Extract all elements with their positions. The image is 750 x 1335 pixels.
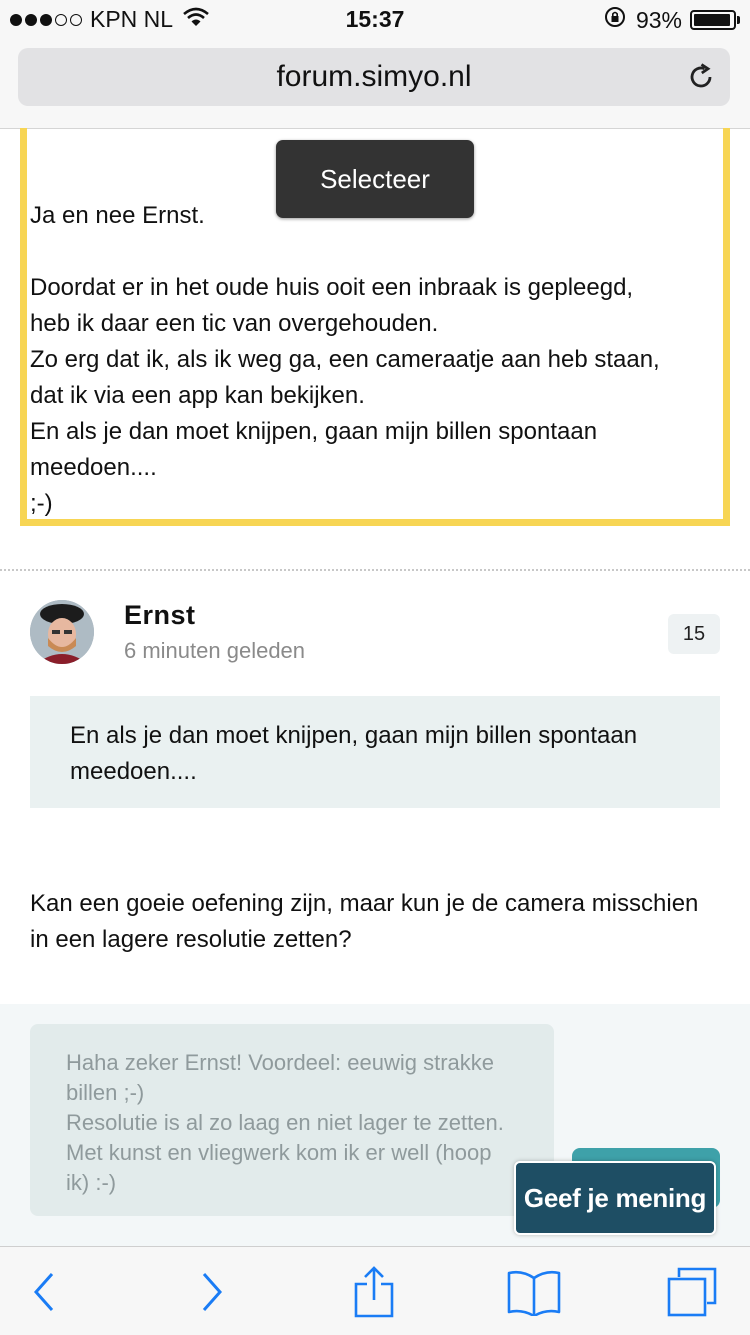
post-divider: [0, 569, 750, 571]
reply-input[interactable]: Haha zeker Ernst! Voordeel: eeuwig strak…: [30, 1024, 554, 1216]
battery-icon: [690, 10, 740, 30]
feedback-tab[interactable]: Geef je mening: [514, 1161, 716, 1235]
back-icon[interactable]: [14, 1267, 74, 1317]
reply-text: Kan een goeie oefening zijn, maar kun je…: [30, 890, 699, 953]
post-number-badge[interactable]: 15: [668, 614, 720, 654]
avatar[interactable]: [30, 600, 94, 664]
status-right: 93%: [604, 6, 740, 34]
reply-draft-text: Haha zeker Ernst! Voordeel: eeuwig strak…: [66, 1050, 504, 1195]
post-time: 6 minuten geleden: [124, 638, 306, 663]
url-text[interactable]: forum.simyo.nl: [18, 60, 730, 94]
battery-percent: 93%: [635, 6, 682, 33]
author-name[interactable]: Ernst: [124, 600, 196, 631]
reload-icon[interactable]: [686, 62, 716, 97]
browser-toolbar: [0, 1246, 750, 1335]
rotation-lock-icon: [604, 6, 626, 34]
tabs-icon[interactable]: [662, 1267, 722, 1317]
quoted-post-body: Doordat er in het oude huis ooit een inb…: [30, 274, 660, 517]
share-icon[interactable]: [344, 1266, 404, 1318]
browser-chrome: forum.simyo.nl: [0, 40, 750, 129]
status-bar: KPN NL 15:37 93%: [0, 0, 750, 40]
quoted-post-text[interactable]: Ja en nee Ernst. Doordat er in het oude …: [30, 198, 730, 522]
bookmarks-icon[interactable]: [504, 1267, 564, 1317]
select-popup-button[interactable]: Selecteer: [276, 140, 474, 218]
address-bar[interactable]: forum.simyo.nl: [18, 48, 730, 106]
inline-quote: En als je dan moet knijpen, gaan mijn bi…: [30, 696, 720, 808]
forward-icon[interactable]: [182, 1267, 242, 1317]
